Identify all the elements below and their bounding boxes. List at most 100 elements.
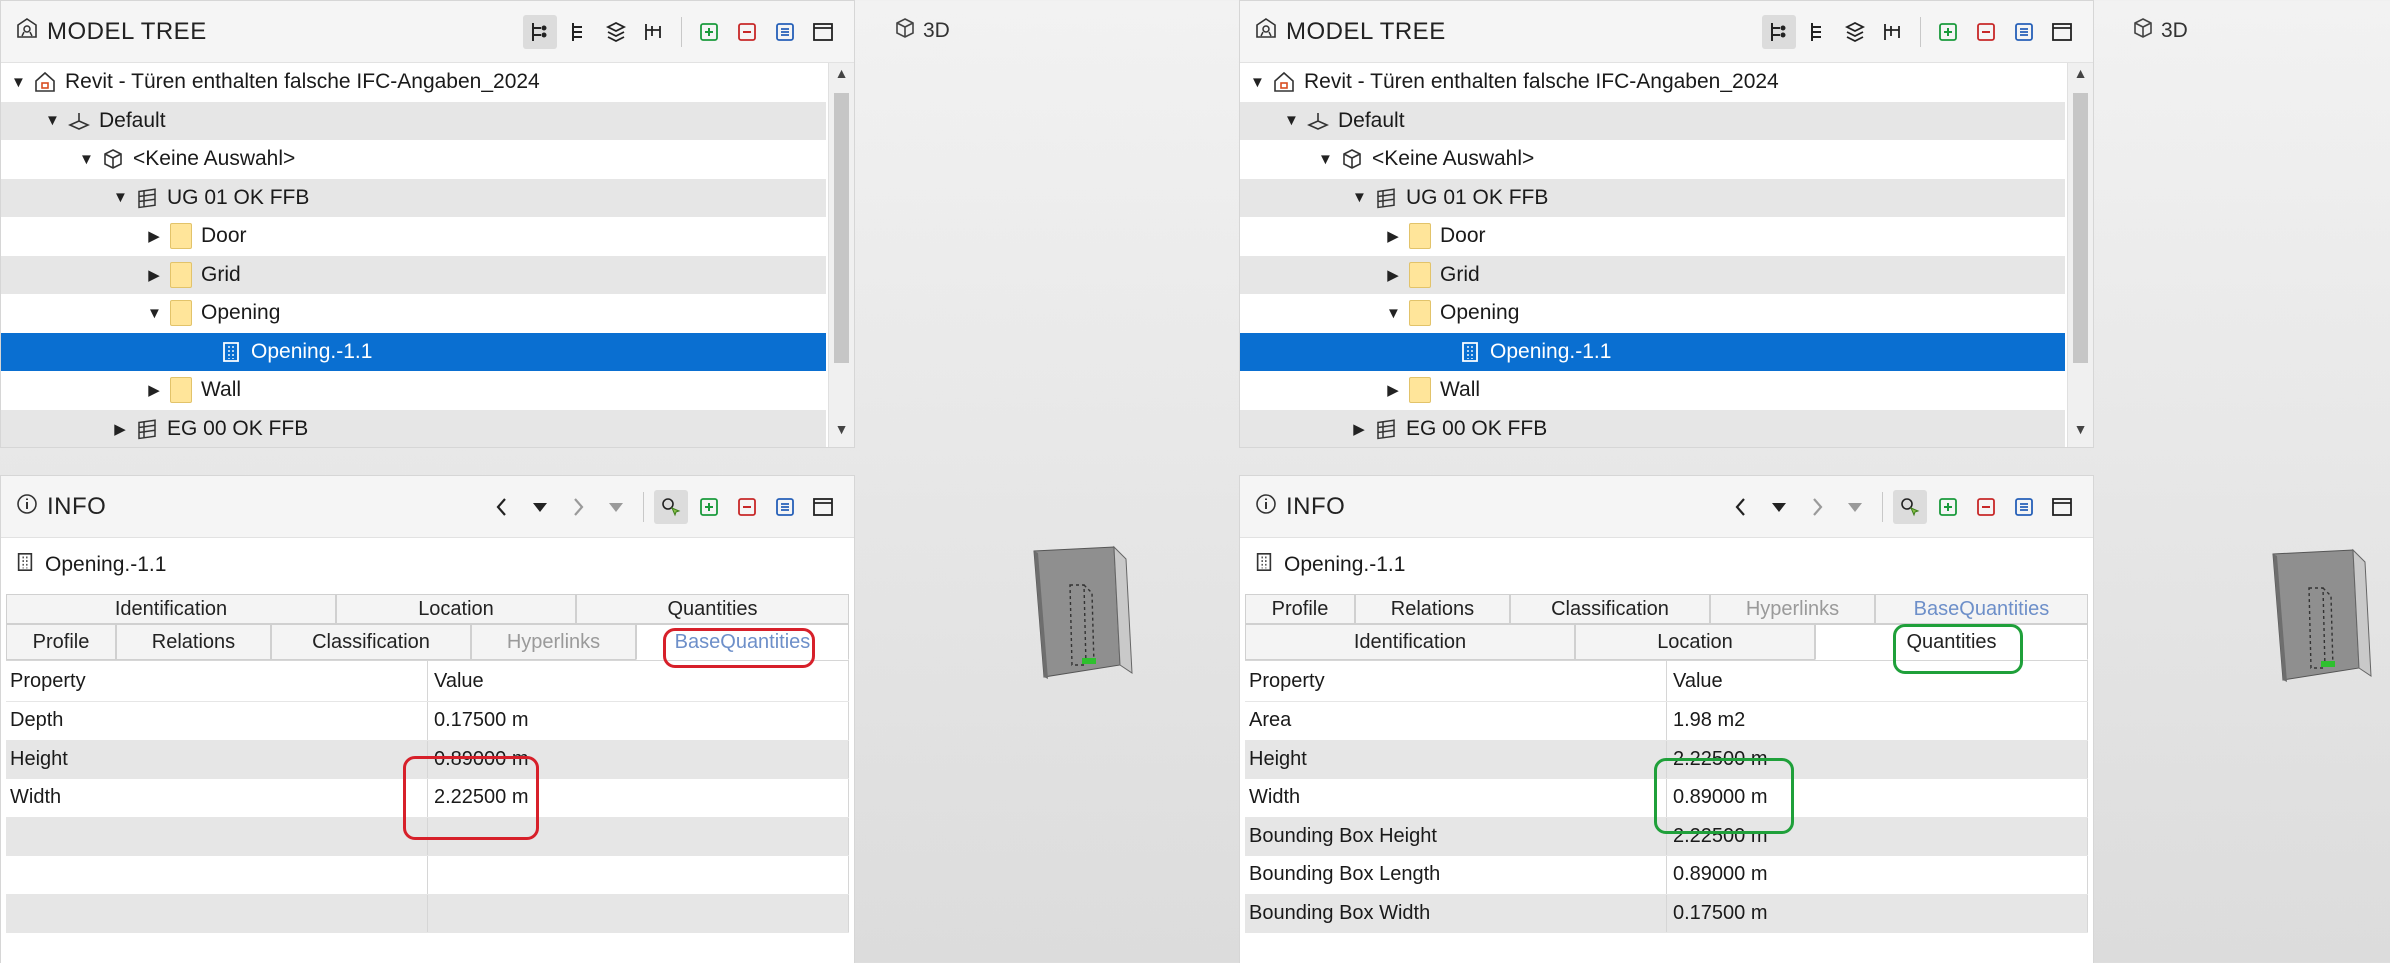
expand-caret[interactable]: ▶ bbox=[113, 420, 127, 438]
collapse-all-icon[interactable] bbox=[1969, 15, 2003, 49]
tree-view-hierarchy-icon[interactable] bbox=[1762, 14, 1796, 49]
expand-caret[interactable]: ▶ bbox=[1386, 381, 1400, 399]
tree-row-no-selection[interactable]: ▼ <Keine Auswahl> bbox=[1, 140, 826, 179]
maximize-panel-icon[interactable] bbox=[2045, 490, 2079, 524]
expand-caret[interactable]: ▼ bbox=[1284, 112, 1299, 129]
tree-row-default[interactable]: ▼ Default bbox=[1, 101, 826, 140]
tree-row-no-selection[interactable]: ▼ <Keine Auswahl> bbox=[1240, 140, 2065, 179]
tree-row-door[interactable]: ▶ Door bbox=[1, 217, 826, 256]
expand-caret[interactable]: ▶ bbox=[147, 227, 161, 245]
expand-caret[interactable]: ▶ bbox=[147, 266, 161, 284]
grid-row[interactable]: Height 0.89000 m bbox=[6, 740, 849, 779]
tree-view-flat-icon[interactable] bbox=[561, 15, 595, 49]
grid-row[interactable]: Area 1.98 m2 bbox=[1245, 702, 2088, 741]
history-dropdown-icon[interactable] bbox=[1762, 490, 1796, 524]
expand-caret[interactable]: ▼ bbox=[1386, 305, 1401, 322]
collapse-all-icon[interactable] bbox=[730, 15, 764, 49]
tree-row-wall[interactable]: ▶ Wall bbox=[1240, 371, 2065, 410]
3d-model-preview[interactable] bbox=[2269, 548, 2379, 688]
expand-caret[interactable]: ▼ bbox=[147, 305, 162, 322]
tree-view-layers-icon[interactable] bbox=[599, 15, 633, 49]
tree-row-storey-eg00[interactable]: ▶ EG 00 OK FFB bbox=[1240, 409, 2065, 447]
expand-caret[interactable]: ▼ bbox=[113, 189, 128, 206]
tree-row-opening[interactable]: ▼ Opening bbox=[1, 294, 826, 333]
3d-model-preview[interactable] bbox=[1030, 545, 1140, 685]
tab-location[interactable]: Location bbox=[1575, 624, 1815, 660]
forward-arrow-icon[interactable] bbox=[1800, 490, 1834, 524]
expand-caret[interactable]: ▶ bbox=[1352, 420, 1366, 438]
tab-profile[interactable]: Profile bbox=[6, 624, 116, 660]
grid-row[interactable]: Height 2.22500 m bbox=[1245, 740, 2088, 779]
expand-caret[interactable]: ▼ bbox=[1352, 189, 1367, 206]
header-value[interactable]: Value bbox=[1667, 661, 2088, 701]
tree-row-opening-element[interactable]: Opening.-1.1 bbox=[1240, 332, 2065, 371]
tab-relations[interactable]: Relations bbox=[116, 624, 271, 660]
tree-row-storey-ug01[interactable]: ▼ UG 01 OK FFB bbox=[1240, 178, 2065, 217]
tree-row-storey-ug01[interactable]: ▼ UG 01 OK FFB bbox=[1, 178, 826, 217]
history-dropdown-icon[interactable] bbox=[523, 490, 557, 524]
scroll-thumb[interactable] bbox=[834, 93, 849, 363]
tab-profile[interactable]: Profile bbox=[1245, 594, 1355, 624]
tree-row-storey-eg00[interactable]: ▶ EG 00 OK FFB bbox=[1, 409, 826, 447]
tree-view-groups-icon[interactable] bbox=[637, 15, 671, 49]
sync-selection-icon[interactable] bbox=[654, 489, 688, 524]
list-options-icon[interactable] bbox=[2007, 490, 2041, 524]
grid-row[interactable]: Depth 0.17500 m bbox=[6, 702, 849, 741]
back-arrow-icon[interactable] bbox=[485, 490, 519, 524]
tree-view-layers-icon[interactable] bbox=[1838, 15, 1872, 49]
tab-quantities[interactable]: Quantities bbox=[576, 594, 849, 624]
tree-view-groups-icon[interactable] bbox=[1876, 15, 1910, 49]
scroll-up-icon[interactable]: ▲ bbox=[829, 65, 854, 89]
grid-row[interactable]: Bounding Box Width 0.17500 m bbox=[1245, 894, 2088, 933]
list-options-icon[interactable] bbox=[768, 490, 802, 524]
tree-scrollbar[interactable]: ▲ ▼ bbox=[828, 63, 854, 447]
expand-all-icon[interactable] bbox=[692, 490, 726, 524]
maximize-panel-icon[interactable] bbox=[2045, 15, 2079, 49]
tree-row-opening[interactable]: ▼ Opening bbox=[1240, 294, 2065, 333]
tab-relations[interactable]: Relations bbox=[1355, 594, 1510, 624]
tree-scrollbar[interactable]: ▲ ▼ bbox=[2067, 63, 2093, 447]
tree-row-door[interactable]: ▶ Door bbox=[1240, 217, 2065, 256]
header-property[interactable]: Property bbox=[1245, 661, 1667, 701]
tree-row-project[interactable]: ▼ Revit - Türen enthalten falsche IFC-An… bbox=[1, 63, 826, 102]
scroll-down-icon[interactable]: ▼ bbox=[2068, 421, 2093, 445]
expand-caret[interactable]: ▼ bbox=[1318, 151, 1333, 168]
grid-row[interactable]: Bounding Box Length 0.89000 m bbox=[1245, 856, 2088, 895]
tree-view-hierarchy-icon[interactable] bbox=[523, 14, 557, 49]
scroll-thumb[interactable] bbox=[2073, 93, 2088, 363]
header-value[interactable]: Value bbox=[428, 661, 849, 701]
tab-classification[interactable]: Classification bbox=[1510, 594, 1710, 624]
view-3d-label[interactable]: 3D bbox=[893, 16, 950, 46]
grid-row[interactable]: Width 0.89000 m bbox=[1245, 779, 2088, 818]
tab-classification[interactable]: Classification bbox=[271, 624, 471, 660]
maximize-panel-icon[interactable] bbox=[806, 490, 840, 524]
tab-identification[interactable]: Identification bbox=[1245, 624, 1575, 660]
expand-caret[interactable]: ▶ bbox=[1386, 266, 1400, 284]
maximize-panel-icon[interactable] bbox=[806, 15, 840, 49]
expand-caret[interactable]: ▶ bbox=[1386, 227, 1400, 245]
header-property[interactable]: Property bbox=[6, 661, 428, 701]
forward-dropdown-icon[interactable] bbox=[599, 490, 633, 524]
tab-basequantities[interactable]: BaseQuantities bbox=[1875, 594, 2088, 624]
grid-row[interactable]: Width 2.22500 m bbox=[6, 779, 849, 818]
tab-basequantities[interactable]: BaseQuantities bbox=[636, 624, 849, 660]
forward-arrow-icon[interactable] bbox=[561, 490, 595, 524]
tree-row-grid[interactable]: ▶ Grid bbox=[1240, 255, 2065, 294]
tab-hyperlinks[interactable]: Hyperlinks bbox=[1710, 594, 1875, 624]
collapse-all-icon[interactable] bbox=[1969, 490, 2003, 524]
list-options-icon[interactable] bbox=[768, 15, 802, 49]
tree-row-grid[interactable]: ▶ Grid bbox=[1, 255, 826, 294]
collapse-all-icon[interactable] bbox=[730, 490, 764, 524]
tab-location[interactable]: Location bbox=[336, 594, 576, 624]
expand-caret[interactable]: ▶ bbox=[147, 381, 161, 399]
expand-all-icon[interactable] bbox=[1931, 490, 1965, 524]
tree-row-project[interactable]: ▼ Revit - Türen enthalten falsche IFC-An… bbox=[1240, 63, 2065, 102]
tab-hyperlinks[interactable]: Hyperlinks bbox=[471, 624, 636, 660]
forward-dropdown-icon[interactable] bbox=[1838, 490, 1872, 524]
scroll-up-icon[interactable]: ▲ bbox=[2068, 65, 2093, 89]
grid-row[interactable]: Bounding Box Height 2.22500 m bbox=[1245, 817, 2088, 856]
expand-caret[interactable]: ▼ bbox=[11, 74, 26, 91]
expand-all-icon[interactable] bbox=[1931, 15, 1965, 49]
expand-caret[interactable]: ▼ bbox=[1250, 74, 1265, 91]
view-3d-label[interactable]: 3D bbox=[2131, 16, 2188, 46]
